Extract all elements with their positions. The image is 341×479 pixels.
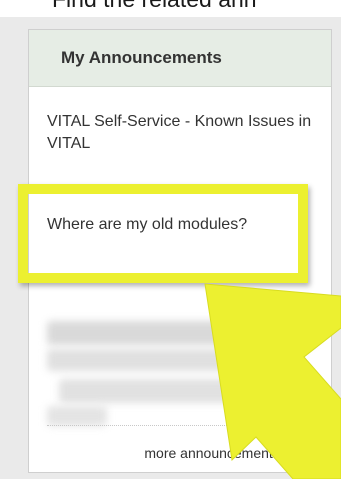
pointer-arrow-icon (204, 283, 341, 479)
